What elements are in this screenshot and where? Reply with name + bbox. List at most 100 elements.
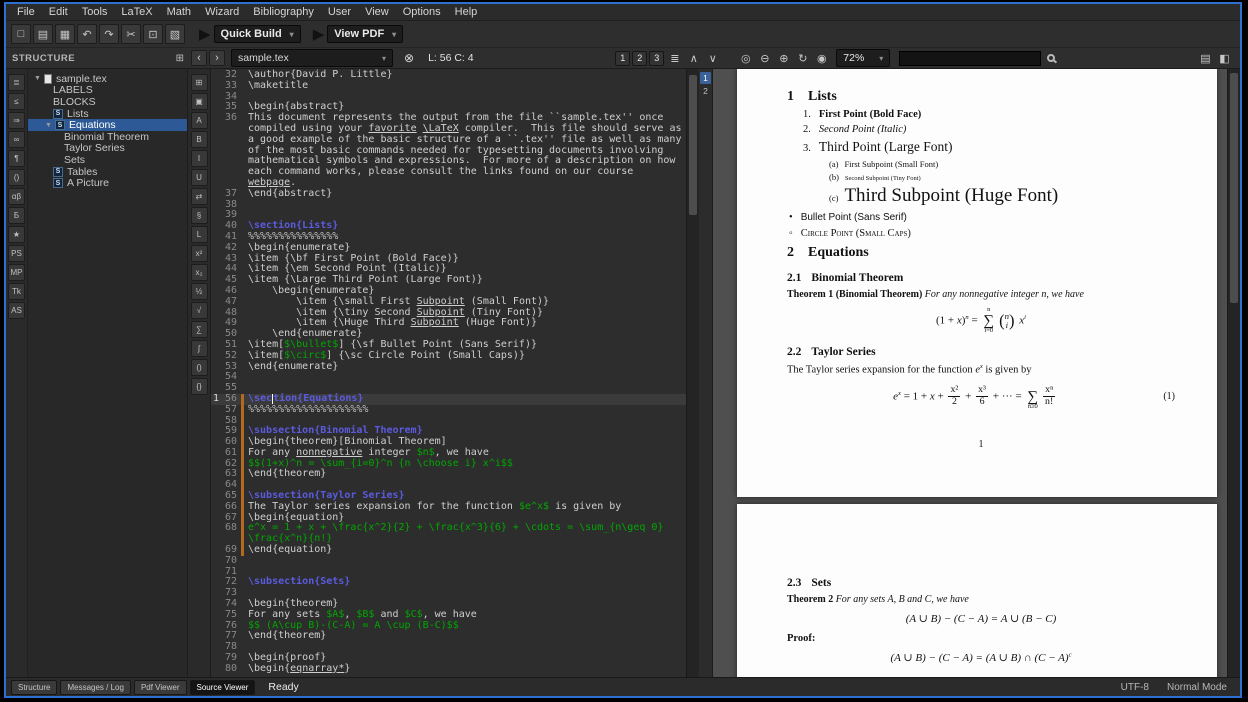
editor-scrollbar[interactable] xyxy=(686,69,699,677)
structure-list-icon[interactable]: ≣ xyxy=(666,50,683,66)
align-icon[interactable]: ⇄ xyxy=(191,188,208,205)
sum-icon[interactable]: ∑ xyxy=(191,321,208,338)
redo-icon[interactable]: ↷ xyxy=(99,24,119,44)
pdf-search-input[interactable] xyxy=(899,51,1041,66)
greek-letters-icon[interactable]: αβ xyxy=(8,188,25,205)
pdf-fit-page-icon[interactable]: ◎ xyxy=(737,50,754,66)
open-file-icon[interactable]: ▤ xyxy=(33,24,53,44)
back-icon[interactable]: ‹ xyxy=(191,50,207,66)
sqrt-icon[interactable]: √ xyxy=(191,302,208,319)
section-number: 2.3 xyxy=(787,577,801,589)
cyrillic-icon[interactable]: Б xyxy=(8,207,25,224)
menu-user[interactable]: User xyxy=(321,5,358,19)
open-file-select[interactable]: sample.tex ▾ xyxy=(231,49,393,67)
relation-symbols-icon[interactable]: ≤ xyxy=(8,93,25,110)
misc-math-icon[interactable]: ∞ xyxy=(8,131,25,148)
frac-icon[interactable]: ½ xyxy=(191,283,208,300)
pdf-scrollbar[interactable] xyxy=(1227,69,1240,677)
status-tab-messages-log[interactable]: Messages / Log xyxy=(60,680,130,695)
pdf-presentation-icon[interactable]: ◉ xyxy=(813,50,830,66)
status-tab-pdf-viewer[interactable]: Pdf Viewer xyxy=(134,680,187,695)
pstricks-icon[interactable]: PS xyxy=(8,245,25,262)
menu-math[interactable]: Math xyxy=(160,5,198,19)
structure-item-sets[interactable]: Sets xyxy=(28,154,187,166)
next-document-icon[interactable]: ∨ xyxy=(704,50,721,66)
menu-file[interactable]: File xyxy=(10,5,42,19)
structure-item-tables[interactable]: STables xyxy=(28,166,187,178)
integral-icon[interactable]: ∫ xyxy=(191,340,208,357)
pdf-page-number-1[interactable]: 1 xyxy=(700,72,711,84)
font-command-icon[interactable]: A xyxy=(191,112,208,129)
tikz-icon[interactable]: Tk xyxy=(8,283,25,300)
menu-bibliography[interactable]: Bibliography xyxy=(246,5,321,19)
delimiters-icon[interactable]: () xyxy=(8,169,25,186)
cut-icon[interactable]: ✂ xyxy=(121,24,141,44)
structure-item-labels[interactable]: LABELS xyxy=(28,85,187,97)
expand-arrow-icon[interactable]: ▼ xyxy=(45,122,52,129)
previous-document-icon[interactable]: ∧ xyxy=(685,50,702,66)
detach-panel-icon[interactable]: ⊞ xyxy=(176,53,184,64)
pdf-page-number-2[interactable]: 2 xyxy=(700,85,711,97)
structure-item-taylor-series[interactable]: Taylor Series xyxy=(28,143,187,155)
new-file-icon[interactable]: □ xyxy=(11,24,31,44)
quick-build-select[interactable]: Quick Build ▾ xyxy=(214,25,301,43)
menu-options[interactable]: Options xyxy=(396,5,448,19)
external-viewer-icon[interactable]: ◧ xyxy=(1216,50,1233,66)
status-tab-structure[interactable]: Structure xyxy=(11,680,57,695)
close-file-icon[interactable]: ⊗ xyxy=(404,51,414,65)
structure-item-binomial-theorem[interactable]: Binomial Theorem xyxy=(28,131,187,143)
menu-tools[interactable]: Tools xyxy=(75,5,115,19)
status-tab-source-viewer[interactable]: Source Viewer xyxy=(190,680,256,695)
misc-text-icon[interactable]: ¶ xyxy=(8,150,25,167)
braces-icon[interactable]: {} xyxy=(191,378,208,395)
arrow-symbols-icon[interactable]: ⇒ xyxy=(8,112,25,129)
bookmark-2-button[interactable]: 2 xyxy=(632,51,647,66)
zoom-select[interactable]: 72% ▾ xyxy=(836,49,890,67)
undo-icon[interactable]: ↶ xyxy=(77,24,97,44)
menu-view[interactable]: View xyxy=(358,5,396,19)
structure-item-equations[interactable]: ▼SEquations xyxy=(28,119,187,131)
section-command-icon[interactable]: § xyxy=(191,207,208,224)
scrollbar-thumb[interactable] xyxy=(689,75,697,215)
superscript-icon[interactable]: x² xyxy=(191,245,208,262)
subscript-icon[interactable]: x₂ xyxy=(191,264,208,281)
parentheses-icon[interactable]: () xyxy=(191,359,208,376)
pdf-viewer[interactable]: 1Lists1.First Point (Bold Face)2.Second … xyxy=(713,69,1227,677)
menu-latex[interactable]: LaTeX xyxy=(114,5,159,19)
underline-icon[interactable]: U xyxy=(191,169,208,186)
paste-icon[interactable]: ▧ xyxy=(165,24,185,44)
scrollbar-thumb[interactable] xyxy=(1230,73,1238,303)
italic-icon[interactable]: I xyxy=(191,150,208,167)
structure-item-sample-tex[interactable]: ▼sample.tex xyxy=(28,73,187,85)
forward-icon[interactable]: › xyxy=(209,50,225,66)
code-area[interactable]: 32\author{David P. Little}33\maketitle34… xyxy=(211,69,686,677)
search-icon[interactable] xyxy=(1047,54,1055,62)
pdf-rotate-icon[interactable]: ↻ xyxy=(794,50,811,66)
pdf-zoom-out-icon[interactable]: ⊖ xyxy=(756,50,773,66)
menu-wizard[interactable]: Wizard xyxy=(198,5,246,19)
expand-arrow-icon[interactable]: ▼ xyxy=(34,75,41,82)
menu-edit[interactable]: Edit xyxy=(42,5,75,19)
save-file-icon[interactable]: ▦ xyxy=(55,24,75,44)
most-used-icon[interactable]: ★ xyxy=(8,226,25,243)
environment-icon[interactable]: ▣ xyxy=(191,93,208,110)
label-icon[interactable]: L xyxy=(191,226,208,243)
copy-icon[interactable]: ⊡ xyxy=(143,24,163,44)
structure-item-lists[interactable]: SLists xyxy=(28,108,187,120)
asymptote-icon[interactable]: AS xyxy=(8,302,25,319)
menu-help[interactable]: Help xyxy=(448,5,485,19)
pdf-bullet-item: •Bullet Point (Sans Serif) xyxy=(789,212,1175,223)
pdf-zoom-in-icon[interactable]: ⊕ xyxy=(775,50,792,66)
quick-build-run-icon[interactable]: ▶ xyxy=(199,27,211,42)
textblock-icon[interactable]: ⊞ xyxy=(191,74,208,91)
bold-icon[interactable]: B xyxy=(191,131,208,148)
structure-tab-icon[interactable]: ≣ xyxy=(8,74,25,91)
bookmark-3-button[interactable]: 3 xyxy=(649,51,664,66)
print-icon[interactable]: ▤ xyxy=(1197,50,1214,66)
view-pdf-select[interactable]: View PDF ▾ xyxy=(327,25,403,43)
bookmark-1-button[interactable]: 1 xyxy=(615,51,630,66)
structure-item-a-picture[interactable]: SA Picture xyxy=(28,177,187,189)
metapost-icon[interactable]: MP xyxy=(8,264,25,281)
structure-item-blocks[interactable]: BLOCKS xyxy=(28,96,187,108)
view-pdf-run-icon[interactable]: ▶ xyxy=(313,27,325,42)
